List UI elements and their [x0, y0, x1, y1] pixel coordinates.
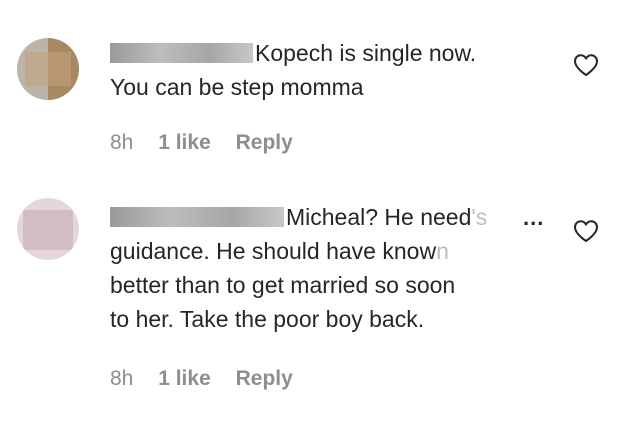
like-count[interactable]: 1 like [158, 367, 211, 390]
heart-icon[interactable] [573, 219, 599, 243]
comment-line: to her. Take the poor boy back. [110, 306, 425, 332]
comment-line: Kopech is single now. [255, 40, 477, 66]
comment-line: better than to get married so soon [110, 272, 456, 298]
comment-line: You can be step momma [110, 74, 364, 100]
comment-line-faded: n [436, 238, 449, 264]
reply-button[interactable]: Reply [236, 367, 293, 390]
heart-icon[interactable] [573, 53, 599, 77]
comment-time: 8h [110, 367, 134, 390]
avatar[interactable] [17, 38, 79, 100]
comment-meta: 8h 1 like Reply [110, 367, 312, 391]
comment-line: guidance. He should have know [110, 238, 437, 264]
comment-text: Kopech is single now. You can be step mo… [110, 36, 476, 104]
more-button[interactable]: ... [523, 205, 544, 231]
comment-text: Micheal? He need's guidance. He should h… [110, 200, 487, 336]
comment-line-faded: 's [471, 204, 488, 230]
redacted-username[interactable] [110, 206, 284, 227]
reply-button[interactable]: Reply [236, 131, 293, 154]
comment-time: 8h [110, 131, 134, 154]
avatar[interactable] [17, 198, 79, 260]
redacted-username[interactable] [110, 42, 253, 63]
comment-line: Micheal? He need [286, 204, 472, 230]
like-count[interactable]: 1 like [158, 131, 211, 154]
comment-meta: 8h 1 like Reply [110, 131, 312, 155]
